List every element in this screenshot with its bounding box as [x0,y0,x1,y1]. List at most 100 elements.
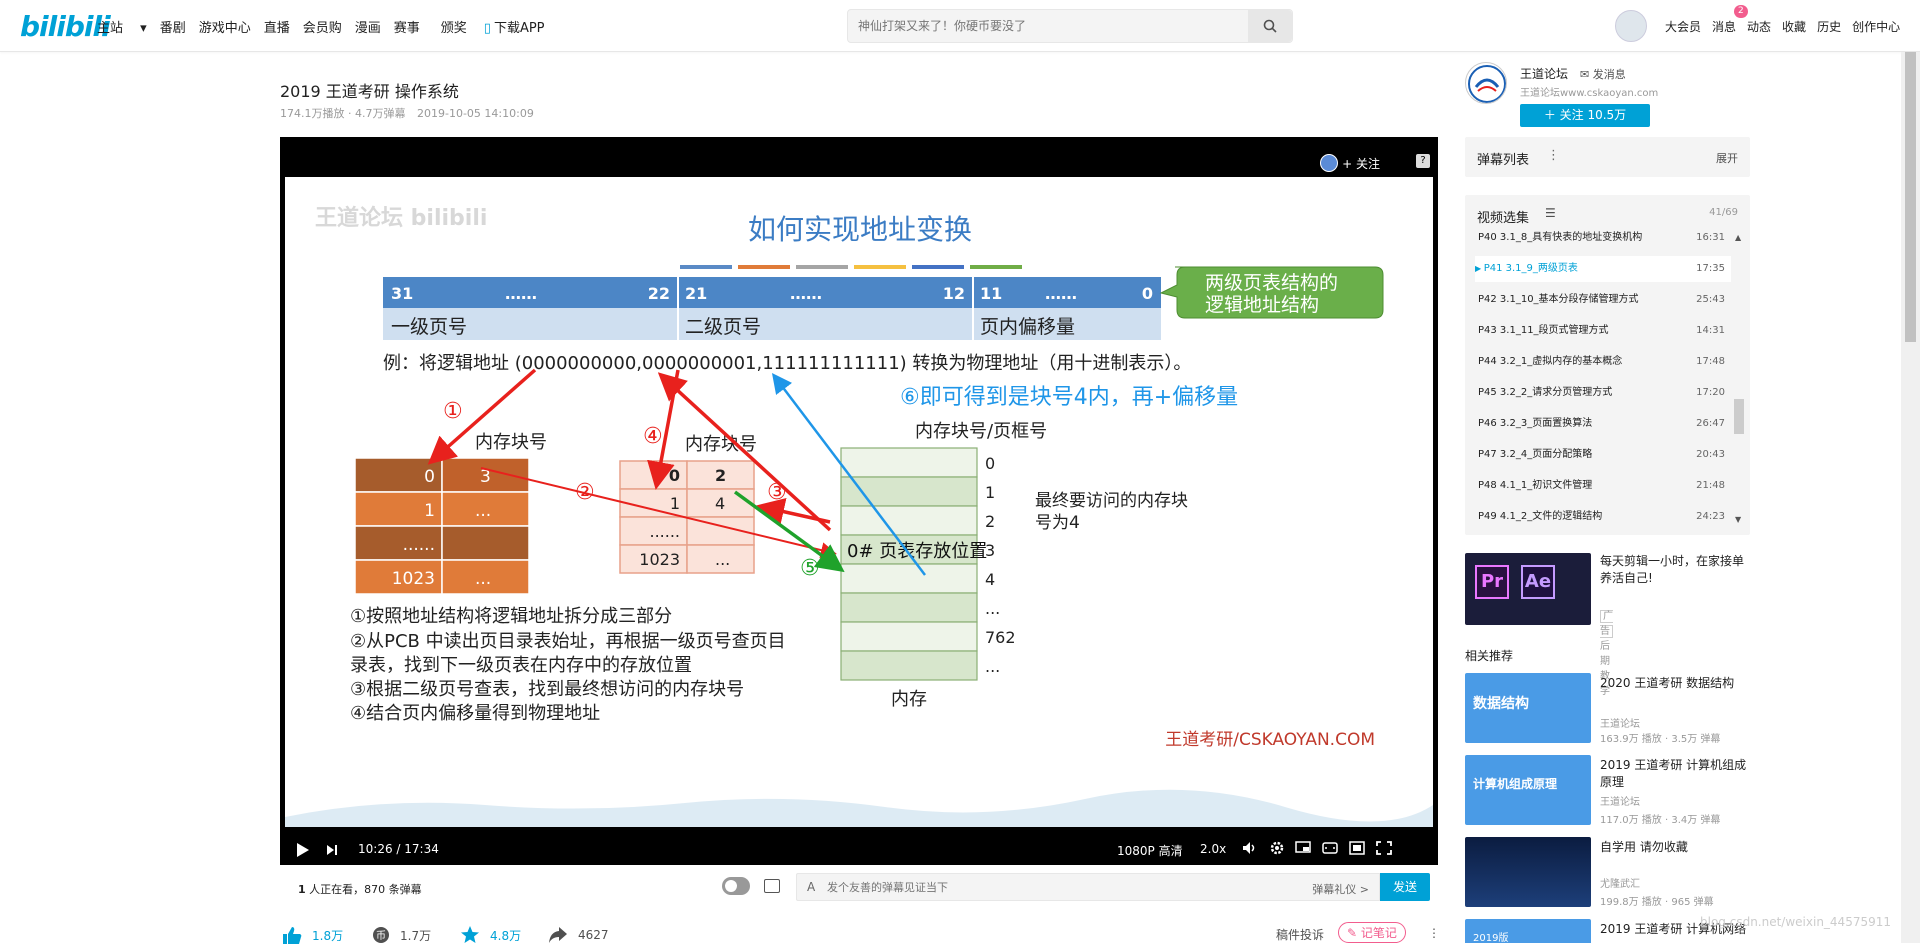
page-scrollbar[interactable] [1901,52,1920,943]
episode-item[interactable]: P45 3.2_2_请求分页管理方式 17:20 [1475,380,1731,406]
episode-duration: 26:47 [1696,418,1725,429]
episode-item[interactable]: ▶ P41 3.1_9_两级页表 17:35 [1475,256,1731,282]
related-item[interactable]: 计算机组成原理 2019 王道考研 计算机组成原理 王道论坛 117.0万 播放… [1465,755,1750,827]
step-1: ①按照地址结构将逻辑地址拆分成三部分 [350,606,672,627]
follow-button[interactable]: ＋ 关注 10.5万 [1520,104,1650,127]
nav-messages[interactable]: 消息 [1712,18,1736,35]
gear-icon [1270,841,1284,855]
episode-item[interactable]: P46 3.2_3_页面置换算法 26:47 [1475,411,1731,437]
mail-icon: ✉ [1580,68,1593,81]
memory-pt-label: 0# 页表存放位置 [847,541,987,562]
lt-r3-c0: 1023 [392,569,435,589]
bit-21: 21 [685,284,707,303]
nav-creator-center[interactable]: 创作中心 [1852,18,1900,35]
bit-dots-2: …… [790,284,822,303]
bit-22: 22 [648,284,670,303]
mt-r3-c0: 1023 [639,550,680,569]
episode-item[interactable]: P47 3.2_4_页面分配策略 20:43 [1475,442,1731,468]
bit-12: 12 [943,284,965,303]
episode-scrollbar[interactable]: ▲ ▼ [1732,231,1746,526]
fullscreen-button[interactable] [1376,841,1392,855]
danmaku-input[interactable] [827,874,1307,900]
list-icon[interactable]: ☰ [1545,206,1556,220]
note-button[interactable]: ✎ 记笔记 [1338,922,1406,943]
nav-live[interactable]: 直播 [264,17,290,36]
mt-r3-c1: ... [715,550,730,569]
user-avatar[interactable] [1615,10,1647,42]
nav-dynamics[interactable]: 动态 [1747,18,1771,35]
menu-dots-icon[interactable]: ⋮ [1547,148,1560,163]
more-icon[interactable]: ⋮ [1428,926,1440,940]
quality-selector[interactable]: 1080P 高清 [1117,842,1183,859]
danmaku-send-button[interactable]: 发送 [1380,873,1430,901]
nav-history[interactable]: 历史 [1817,18,1841,35]
help-icon[interactable]: ? [1416,154,1430,168]
danmaku-list-panel[interactable]: 弹幕列表 ⋮ 展开 [1465,137,1750,177]
nav-main-site[interactable]: 主站 ▾ [97,17,147,36]
nav-manga[interactable]: 漫画 [355,17,381,36]
circled-1: ① [443,399,463,424]
widescreen-button[interactable] [1322,841,1338,855]
search-button[interactable] [1248,10,1292,42]
like-button[interactable]: 1.8万 [282,926,343,944]
nav-awards[interactable]: 颁奖 [441,17,467,36]
nav-vip[interactable]: 大会员 [1665,18,1701,35]
related-item[interactable]: 数据结构 2020 王道考研 数据结构 王道论坛 163.9万 播放 · 3.5… [1465,673,1750,745]
danmaku-settings-icon[interactable] [764,879,780,893]
nav-anime[interactable]: 番剧 [160,17,186,36]
favorite-button[interactable]: 4.8万 [460,926,521,944]
related-thumbnail: 数据结构 [1465,673,1591,743]
page-watermark: blog.csdn.net/weixin_44575911 [1700,915,1891,929]
download-app-link[interactable]: ▯ 下载APP [484,17,558,36]
episode-item[interactable]: P42 3.1_10_基本分段存储管理方式 25:43 [1475,287,1731,313]
web-fullscreen-button[interactable] [1349,841,1365,855]
search-input[interactable] [858,10,1238,42]
field-level2: 二级页号 [685,316,761,338]
related-title: 相关推荐 [1465,649,1514,663]
nav-esports[interactable]: 赛事 [394,17,420,36]
coin-button[interactable]: 币 1.7万 [372,926,431,944]
final-note-1: 最终要访问的内存块 [1035,491,1188,511]
share-button[interactable]: 4627 [548,926,609,944]
episode-label: P48 4.1_1_初识文件管理 [1478,480,1593,491]
mini-player-button[interactable] [1295,841,1311,855]
report-link[interactable]: 稿件投诉 [1276,926,1324,943]
episode-item[interactable]: P43 3.1_11_段页式管理方式 14:31 [1475,318,1731,344]
playing-icon: ▶ [1475,264,1484,273]
slide-title: 如何实现地址变换 [748,213,972,246]
volume-button[interactable] [1242,841,1256,855]
step-4: ④结合页内偏移量得到物理地址 [350,703,600,724]
slide-frame: 王道论坛 bilibili 如何实现地址变换 31 …… 22 21 …… 12… [285,177,1433,827]
video-player[interactable]: + 关注 ? 王道论坛 bilibili 如何实现地址变换 31 …… 22 2… [280,137,1438,865]
nav-game-center[interactable]: 游戏中心 [199,17,251,36]
episode-item[interactable]: P44 3.2_1_虚拟内存的基本概念 17:48 [1475,349,1731,375]
danmaku-toggle[interactable] [722,877,750,895]
play-button[interactable] [296,842,310,858]
episode-label: P42 3.1_10_基本分段存储管理方式 [1478,294,1639,305]
svg-text:王道论坛 bilibili: 王道论坛 bilibili [315,205,487,231]
nav-favorites[interactable]: 收藏 [1782,18,1806,35]
video-actions: 1.8万 币 1.7万 4.8万 4627 稿件投诉 ✎ 记笔记 ⋮ [280,920,1440,944]
lt-r0-c0: 0 [424,467,435,487]
uploader-name[interactable]: 王道论坛 [1520,65,1568,82]
next-button[interactable] [326,844,338,856]
font-style-icon[interactable]: A [807,880,815,894]
settings-button[interactable] [1270,841,1284,855]
player-follow-button[interactable]: + 关注 [1320,154,1380,172]
uploader-mini-avatar [1320,154,1339,172]
speed-selector[interactable]: 2.0x [1200,842,1226,856]
mem-row-7: ... [985,657,1000,676]
related-item[interactable]: 自学用 请勿收藏 尤隆武汇 199.8万 播放 · 965 弹幕 [1465,837,1750,909]
expand-link[interactable]: 展开 [1716,150,1738,166]
uploader-avatar[interactable] [1465,62,1507,104]
episode-item[interactable]: P49 4.1_2_文件的逻辑结构 24:23 [1475,504,1731,530]
send-message-link[interactable]: ✉ 发消息 [1580,66,1626,82]
episode-item[interactable]: P40 3.1_8_具有快表的地址变换机构 16:31 [1475,225,1731,251]
plus-icon: ＋ [1543,108,1560,122]
search-box [847,9,1293,43]
bit-dots-3: …… [1045,284,1077,303]
mem-row-3: 3 [985,541,995,560]
nav-member-shop[interactable]: 会员购 [303,17,342,36]
danmaku-etiquette-link[interactable]: 弹幕礼仪 > [1312,881,1369,897]
episode-item[interactable]: P48 4.1_1_初识文件管理 21:48 [1475,473,1731,499]
